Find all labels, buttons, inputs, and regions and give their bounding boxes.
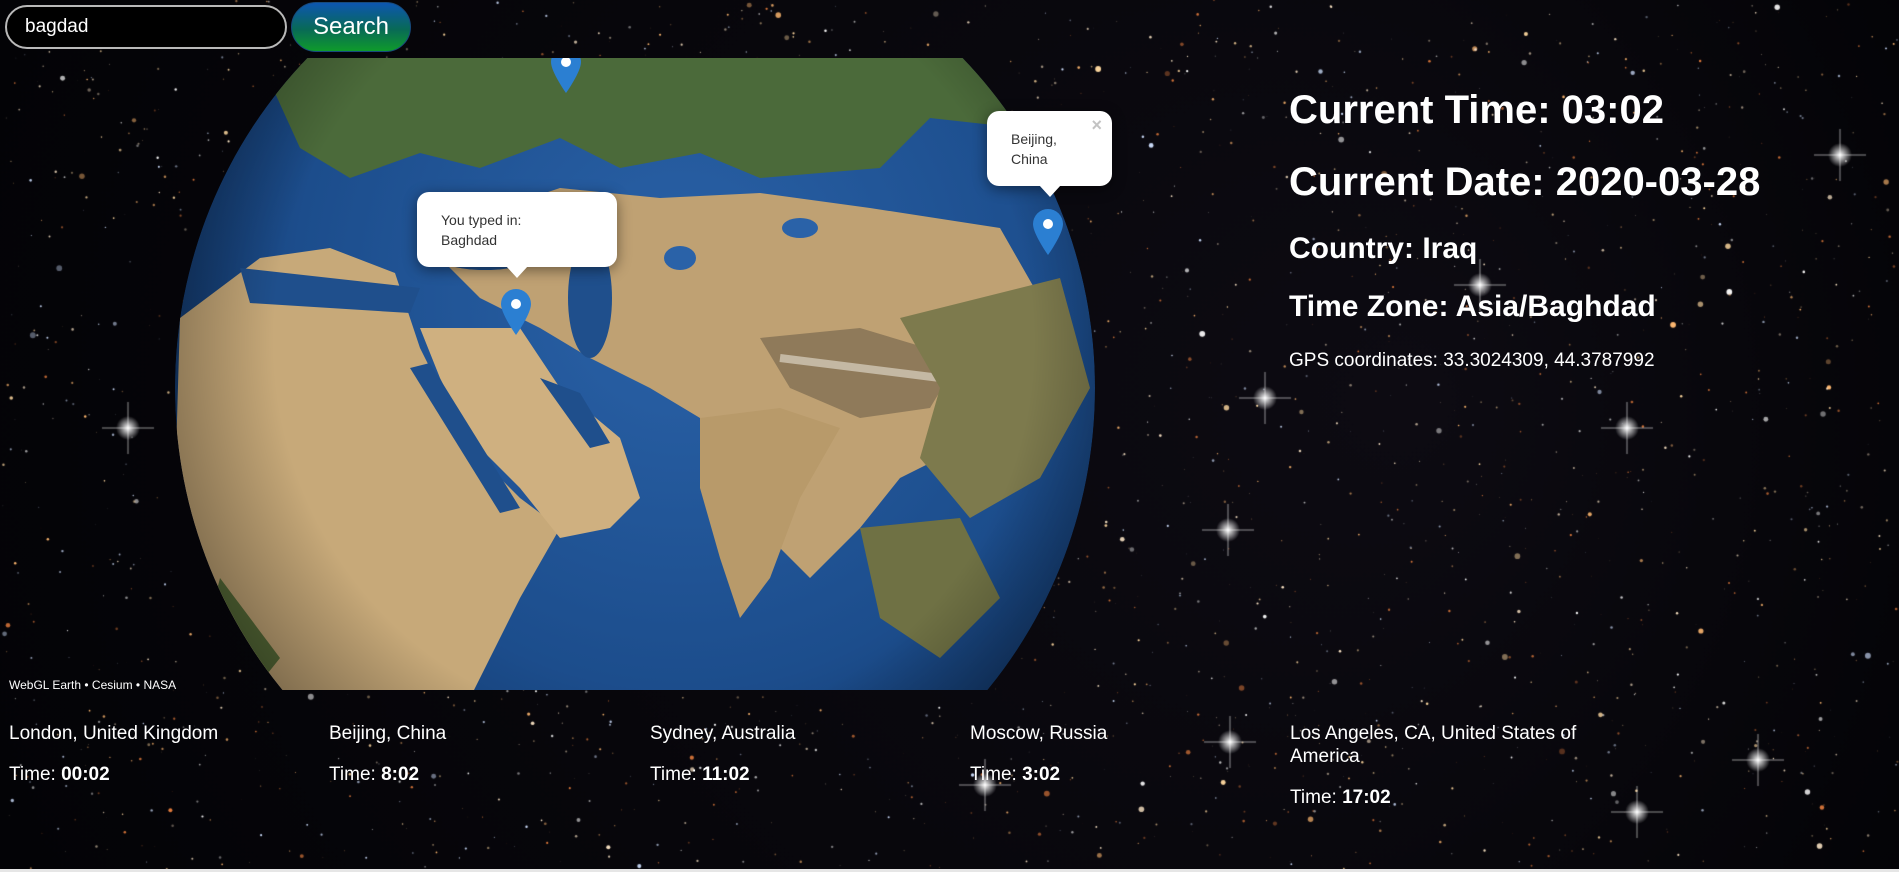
time-zone-heading: Time Zone: Asia/Baghdad xyxy=(1289,290,1656,323)
globe-viewport[interactable]: You typed in: Baghdad × Beijing, China xyxy=(0,58,1185,690)
city-time: Time: 3:02 xyxy=(970,764,1061,785)
city-time: Time: 17:02 xyxy=(1290,787,1391,808)
city-name: Moscow, Russia xyxy=(970,723,1108,744)
city-clock-beijing: Beijing, China Time: 8:02 xyxy=(329,722,629,786)
beijing-popup: × Beijing, China xyxy=(987,111,1112,197)
country-heading: Country: Iraq xyxy=(1289,232,1478,265)
city-name: Sydney, Australia xyxy=(650,723,796,744)
city-clock-moscow: Moscow, Russia Time: 3:02 xyxy=(970,722,1270,786)
gps-coordinates: GPS coordinates: 33.3024309, 44.3787992 xyxy=(1289,350,1655,371)
baghdad-popup: You typed in: Baghdad xyxy=(417,192,617,278)
city-time: Time: 11:02 xyxy=(650,764,750,785)
city-time: Time: 00:02 xyxy=(9,764,110,785)
city-clock-los-angeles: Los Angeles, CA, United States of Americ… xyxy=(1290,722,1620,809)
current-date-heading: Current Date: 2020-03-28 xyxy=(1289,160,1761,204)
city-name: Beijing, China xyxy=(329,723,447,744)
popup-line: Beijing, xyxy=(1011,131,1057,147)
city-name: Los Angeles, CA, United States of Americ… xyxy=(1290,723,1577,767)
search-button[interactable]: Search xyxy=(291,2,411,52)
location-pin-icon[interactable] xyxy=(549,58,583,94)
city-clock-sydney: Sydney, Australia Time: 11:02 xyxy=(650,722,950,786)
city-name: London, United Kingdom xyxy=(9,723,219,744)
popup-line: China xyxy=(1011,151,1048,167)
search-input[interactable] xyxy=(5,5,287,49)
current-time-heading: Current Time: 03:02 xyxy=(1289,88,1664,132)
city-time: Time: 8:02 xyxy=(329,764,420,785)
popup-line: Baghdad xyxy=(441,232,498,248)
beijing-pin-icon[interactable] xyxy=(1031,208,1065,256)
popup-line: You typed in: xyxy=(441,212,522,228)
close-icon[interactable]: × xyxy=(1091,115,1102,135)
baghdad-pin-icon[interactable] xyxy=(499,288,533,336)
city-clock-london: London, United Kingdom Time: 00:02 xyxy=(9,722,309,786)
map-attribution[interactable]: WebGL Earth • Cesium • NASA xyxy=(9,678,176,692)
